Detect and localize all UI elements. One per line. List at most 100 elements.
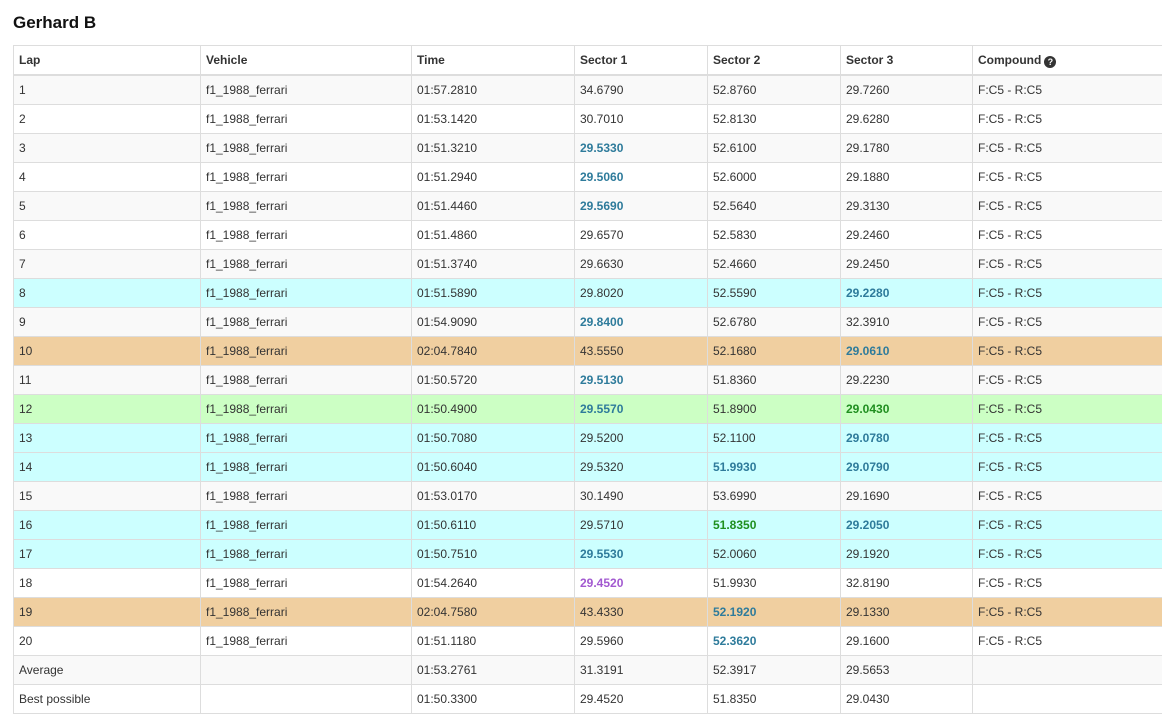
table-row: 15 f1_1988_ferrari 01:53.0170 30.1490 53.699… (13, 481, 1162, 511)
lap-time-cell: 02:04.7580 (411, 597, 575, 627)
sector-3-cell: 32.3910 (840, 307, 973, 337)
compound-cell (972, 684, 1162, 714)
compound-cell: F:C5 - R:C5 (972, 597, 1162, 627)
sector-1-cell: 43.4330 (574, 597, 708, 627)
compound-cell: F:C5 - R:C5 (972, 626, 1162, 656)
sector-1-cell: 29.8400 (574, 307, 708, 337)
sector-3-cell: 29.2230 (840, 365, 973, 395)
lap-number-cell: 5 (13, 191, 201, 221)
sector-2-cell: 52.5830 (707, 220, 841, 250)
column-header-compound[interactable]: Compound? (972, 45, 1162, 76)
sector-2-cell: 51.8350 (707, 684, 841, 714)
column-header-sector-1[interactable]: Sector 1 (574, 45, 708, 76)
compound-cell: F:C5 - R:C5 (972, 191, 1162, 221)
sector-2-cell: 51.8350 (707, 510, 841, 540)
question-circle-icon[interactable]: ? (1044, 55, 1057, 68)
lap-times-table: Lap Vehicle Time Sector 1 Sector 2 Secto… (13, 45, 1162, 714)
column-header-vehicle[interactable]: Vehicle (200, 45, 412, 76)
lap-number-cell: 16 (13, 510, 201, 540)
vehicle-cell: f1_1988_ferrari (200, 481, 412, 511)
table-row: 11 f1_1988_ferrari 01:50.5720 29.5130 51.836… (13, 365, 1162, 395)
table-row: 8 f1_1988_ferrari 01:51.5890 29.8020 52.5590… (13, 278, 1162, 308)
lap-number-cell: 15 (13, 481, 201, 511)
lap-time-cell: 02:04.7840 (411, 336, 575, 366)
column-header-lap[interactable]: Lap (13, 45, 201, 76)
lap-time-cell: 01:51.2940 (411, 162, 575, 192)
sector-3-cell: 29.0790 (840, 452, 973, 482)
sector-3-cell: 29.1690 (840, 481, 973, 511)
table-row: 10 f1_1988_ferrari 02:04.7840 43.5550 52.168… (13, 336, 1162, 366)
lap-number-cell: 18 (13, 568, 201, 598)
lap-number-cell: 20 (13, 626, 201, 656)
table-header-row: Lap Vehicle Time Sector 1 Sector 2 Secto… (13, 45, 1162, 76)
lap-number-cell: 3 (13, 133, 201, 163)
sector-1-cell: 29.5570 (574, 394, 708, 424)
lap-time-cell: 01:50.5720 (411, 365, 575, 395)
table-row: 4 f1_1988_ferrari 01:51.2940 29.5060 52.6000… (13, 162, 1162, 192)
sector-3-cell: 29.1920 (840, 539, 973, 569)
sector-2-cell: 52.8130 (707, 104, 841, 134)
sector-1-cell: 29.5330 (574, 133, 708, 163)
sector-2-cell: 52.4660 (707, 249, 841, 279)
sector-1-cell: 30.1490 (574, 481, 708, 511)
sector-1-cell: 29.5530 (574, 539, 708, 569)
sector-2-cell: 51.9930 (707, 568, 841, 598)
sector-3-cell: 29.2050 (840, 510, 973, 540)
sector-2-cell: 51.8900 (707, 394, 841, 424)
compound-cell: F:C5 - R:C5 (972, 307, 1162, 337)
sector-3-cell: 29.0430 (840, 394, 973, 424)
table-row: 18 f1_1988_ferrari 01:54.2640 29.4520 51.993… (13, 568, 1162, 598)
table-row: 2 f1_1988_ferrari 01:53.1420 30.7010 52.8130… (13, 104, 1162, 134)
lap-time-cell: 01:50.4900 (411, 394, 575, 424)
table-row: 6 f1_1988_ferrari 01:51.4860 29.6570 52.5830… (13, 220, 1162, 250)
vehicle-cell: f1_1988_ferrari (200, 423, 412, 453)
vehicle-cell (200, 684, 412, 714)
sector-1-cell: 29.5710 (574, 510, 708, 540)
sector-1-cell: 29.5960 (574, 626, 708, 656)
compound-cell: F:C5 - R:C5 (972, 162, 1162, 192)
sector-3-cell: 29.1600 (840, 626, 973, 656)
vehicle-cell: f1_1988_ferrari (200, 191, 412, 221)
compound-cell: F:C5 - R:C5 (972, 220, 1162, 250)
compound-cell: F:C5 - R:C5 (972, 74, 1162, 105)
sector-3-cell: 29.1330 (840, 597, 973, 627)
column-header-sector-2[interactable]: Sector 2 (707, 45, 841, 76)
lap-time-cell: 01:54.2640 (411, 568, 575, 598)
sector-1-cell: 29.6570 (574, 220, 708, 250)
lap-number-cell: 9 (13, 307, 201, 337)
table-row: 19 f1_1988_ferrari 02:04.7580 43.4330 52.192… (13, 597, 1162, 627)
sector-2-cell: 52.3917 (707, 655, 841, 685)
compound-cell: F:C5 - R:C5 (972, 481, 1162, 511)
sector-1-cell: 29.4520 (574, 684, 708, 714)
lap-rows: 1 f1_1988_ferrari 01:57.2810 34.6790 52.8760… (13, 74, 1162, 714)
sector-1-cell: 29.5690 (574, 191, 708, 221)
lap-number-cell: 4 (13, 162, 201, 192)
sector-2-cell: 52.0060 (707, 539, 841, 569)
lap-time-cell: 01:50.6110 (411, 510, 575, 540)
vehicle-cell: f1_1988_ferrari (200, 162, 412, 192)
sector-2-cell: 53.6990 (707, 481, 841, 511)
compound-cell: F:C5 - R:C5 (972, 539, 1162, 569)
vehicle-cell: f1_1988_ferrari (200, 74, 412, 105)
lap-number-cell: Average (13, 655, 201, 685)
lap-number-cell: 7 (13, 249, 201, 279)
sector-3-cell: 29.2460 (840, 220, 973, 250)
compound-cell: F:C5 - R:C5 (972, 336, 1162, 366)
lap-number-cell: 12 (13, 394, 201, 424)
column-header-sector-3[interactable]: Sector 3 (840, 45, 973, 76)
lap-time-cell: 01:53.0170 (411, 481, 575, 511)
lap-number-cell: 17 (13, 539, 201, 569)
sector-3-cell: 29.3130 (840, 191, 973, 221)
vehicle-cell: f1_1988_ferrari (200, 510, 412, 540)
sector-2-cell: 52.5640 (707, 191, 841, 221)
table-row: 12 f1_1988_ferrari 01:50.4900 29.5570 51.890… (13, 394, 1162, 424)
vehicle-cell: f1_1988_ferrari (200, 452, 412, 482)
column-header-time[interactable]: Time (411, 45, 575, 76)
lap-time-cell: 01:51.1180 (411, 626, 575, 656)
compound-cell: F:C5 - R:C5 (972, 394, 1162, 424)
lap-time-cell: 01:50.7080 (411, 423, 575, 453)
lap-number-cell: 10 (13, 336, 201, 366)
sector-2-cell: 52.3620 (707, 626, 841, 656)
vehicle-cell: f1_1988_ferrari (200, 597, 412, 627)
sector-3-cell: 29.1880 (840, 162, 973, 192)
